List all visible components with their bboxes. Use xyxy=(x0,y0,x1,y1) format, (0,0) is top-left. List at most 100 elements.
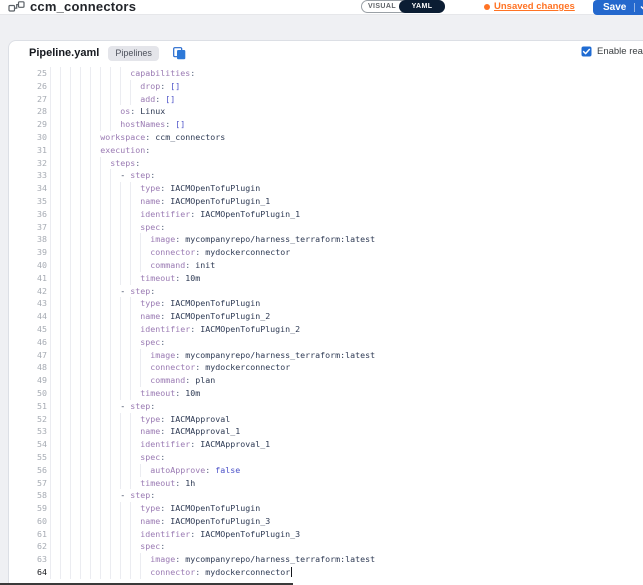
code-line[interactable]: 40command: init xyxy=(9,259,643,272)
code-line[interactable]: 36identifier: IACMOpenTofuPlugin_1 xyxy=(9,208,643,221)
code-line[interactable]: 59type: IACMOpenTofuPlugin xyxy=(9,502,643,515)
copy-icon[interactable] xyxy=(173,47,186,60)
code-line[interactable]: 27add: [] xyxy=(9,93,643,106)
indent-guide xyxy=(70,489,80,502)
code-line[interactable]: 51- step: xyxy=(9,400,643,413)
indent-guide xyxy=(110,502,120,515)
chevron-down-icon[interactable] xyxy=(635,5,643,11)
code-line[interactable]: 30workspace: ccm_connectors xyxy=(9,131,643,144)
code-line[interactable]: 56autoApprove: false xyxy=(9,464,643,477)
code-line[interactable]: 45identifier: IACMOpenTofuPlugin_2 xyxy=(9,323,643,336)
code-line[interactable]: 54identifier: IACMApproval_1 xyxy=(9,438,643,451)
code-line[interactable]: 39connector: mydockerconnector xyxy=(9,246,643,259)
indent-guide xyxy=(130,464,140,477)
indent-guide xyxy=(90,464,100,477)
unsaved-changes-label[interactable]: Unsaved changes xyxy=(494,1,575,12)
save-split-button[interactable]: Save xyxy=(593,0,643,15)
indent-guide xyxy=(130,502,140,515)
indent-guide xyxy=(50,336,60,349)
code-line[interactable]: 41timeout: 10m xyxy=(9,272,643,285)
line-number: 41 xyxy=(9,272,47,285)
code-line[interactable]: 28os: Linux xyxy=(9,105,643,118)
code-line[interactable]: 58- step: xyxy=(9,489,643,502)
indent-guide xyxy=(60,195,70,208)
indent-guide xyxy=(100,93,110,106)
indent-guide xyxy=(140,233,150,246)
indent-guide xyxy=(100,233,110,246)
indent-guide xyxy=(50,285,60,298)
indent-guide xyxy=(110,259,120,272)
code-line[interactable]: 52type: IACMApproval xyxy=(9,413,643,426)
code-line[interactable]: 31execution: xyxy=(9,144,643,157)
indent-guide xyxy=(70,464,80,477)
indent-guide xyxy=(110,310,120,323)
indent-guide xyxy=(70,310,80,323)
indent-guide xyxy=(100,374,110,387)
indent-guide xyxy=(90,489,100,502)
indent-guide xyxy=(90,477,100,490)
unsaved-changes-link[interactable]: Unsaved changes xyxy=(484,1,575,12)
indent-guide xyxy=(110,528,120,541)
indent-guide xyxy=(80,105,90,118)
indent-guide xyxy=(60,182,70,195)
code-line[interactable]: 61identifier: IACMOpenTofuPlugin_3 xyxy=(9,528,643,541)
code-line[interactable]: 33- step: xyxy=(9,169,643,182)
indent-guide xyxy=(70,451,80,464)
line-number: 64 xyxy=(9,566,47,579)
code-line[interactable]: 42- step: xyxy=(9,285,643,298)
indent-guide xyxy=(110,169,120,182)
code-line[interactable]: 34type: IACMOpenTofuPlugin xyxy=(9,182,643,195)
code-line[interactable]: 63image: mycompanyrepo/harness_terraform… xyxy=(9,553,643,566)
indent-guide xyxy=(80,233,90,246)
line-number: 35 xyxy=(9,195,47,208)
checkbox-checked-icon[interactable] xyxy=(581,46,592,57)
indent-guide xyxy=(90,310,100,323)
code-line[interactable]: 55spec: xyxy=(9,451,643,464)
code-line[interactable]: 44name: IACMOpenTofuPlugin_2 xyxy=(9,310,643,323)
code-line[interactable]: 57timeout: 1h xyxy=(9,477,643,490)
code-line[interactable]: 29hostNames: [] xyxy=(9,118,643,131)
line-number: 46 xyxy=(9,336,47,349)
code-line[interactable]: 32steps: xyxy=(9,157,643,170)
indent-guide xyxy=(70,157,80,170)
indent-guide xyxy=(90,221,100,234)
indent-guide xyxy=(100,323,110,336)
code-line[interactable]: 64connector: mydockerconnector xyxy=(9,566,643,579)
yaml-editor[interactable]: 25capabilities:26drop: []27add: []28os: … xyxy=(9,65,643,585)
indent-guide xyxy=(90,297,100,310)
indent-guide xyxy=(80,528,90,541)
code-line[interactable]: 48connector: mydockerconnector xyxy=(9,361,643,374)
enable-read-write-toggle[interactable]: Enable read/ xyxy=(581,46,643,57)
indent-guide xyxy=(100,387,110,400)
line-number: 32 xyxy=(9,157,47,170)
code-line[interactable]: 50timeout: 10m xyxy=(9,387,643,400)
code-line[interactable]: 38image: mycompanyrepo/harness_terraform… xyxy=(9,233,643,246)
indent-guide xyxy=(70,285,80,298)
code-line[interactable]: 35name: IACMOpenTofuPlugin_1 xyxy=(9,195,643,208)
code-line[interactable]: 25capabilities: xyxy=(9,67,643,80)
indent-guide xyxy=(80,489,90,502)
code-line[interactable]: 47image: mycompanyrepo/harness_terraform… xyxy=(9,349,643,362)
visual-yaml-toggle[interactable]: VISUAL YAML xyxy=(361,0,445,13)
code-line[interactable]: 62spec: xyxy=(9,540,643,553)
code-line[interactable]: 53name: IACMApproval_1 xyxy=(9,425,643,438)
code-line[interactable]: 37spec: xyxy=(9,221,643,234)
page-title: ccm_connectors xyxy=(30,0,136,14)
code-line[interactable]: 26drop: [] xyxy=(9,80,643,93)
indent-guide xyxy=(70,515,80,528)
code-line[interactable]: 60name: IACMOpenTofuPlugin_3 xyxy=(9,515,643,528)
code-line[interactable]: 43type: IACMOpenTofuPlugin xyxy=(9,297,643,310)
code-line[interactable]: 49command: plan xyxy=(9,374,643,387)
indent-guide xyxy=(60,93,70,106)
code-line[interactable]: 46spec: xyxy=(9,336,643,349)
indent-guide xyxy=(90,144,100,157)
indent-guide xyxy=(70,182,80,195)
indent-guide xyxy=(100,566,110,579)
toggle-visual[interactable]: VISUAL xyxy=(362,1,402,12)
indent-guide xyxy=(50,297,60,310)
save-button[interactable]: Save xyxy=(593,2,634,13)
indent-guide xyxy=(130,208,140,221)
toggle-yaml[interactable]: YAML xyxy=(399,0,445,13)
line-number: 63 xyxy=(9,553,47,566)
indent-guide xyxy=(110,285,120,298)
